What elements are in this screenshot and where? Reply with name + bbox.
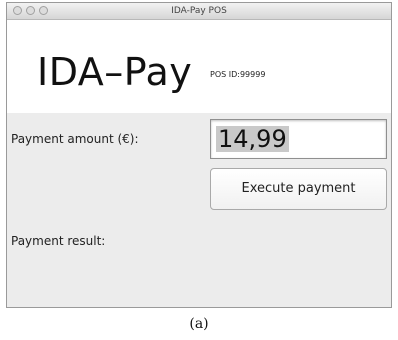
pos-id-label: POS ID:99999 — [210, 70, 266, 79]
payment-amount-input[interactable]: 14,99 — [210, 119, 387, 159]
window-title: IDA-Pay POS — [171, 6, 227, 16]
execute-payment-button[interactable]: Execute payment — [210, 168, 387, 210]
payment-amount-value[interactable]: 14,99 — [216, 126, 289, 152]
payment-amount-label: Payment amount (€): — [11, 132, 139, 146]
title-bar: IDA-Pay POS — [7, 3, 391, 20]
app-window: IDA-Pay POS IDA–Pay POS ID:99999 Payment… — [6, 2, 392, 308]
payment-result-label: Payment result: — [11, 234, 106, 248]
app-logo: IDA–Pay — [37, 50, 193, 94]
header-area: IDA–Pay POS ID:99999 — [7, 20, 391, 113]
figure-caption: (a) — [189, 316, 209, 332]
